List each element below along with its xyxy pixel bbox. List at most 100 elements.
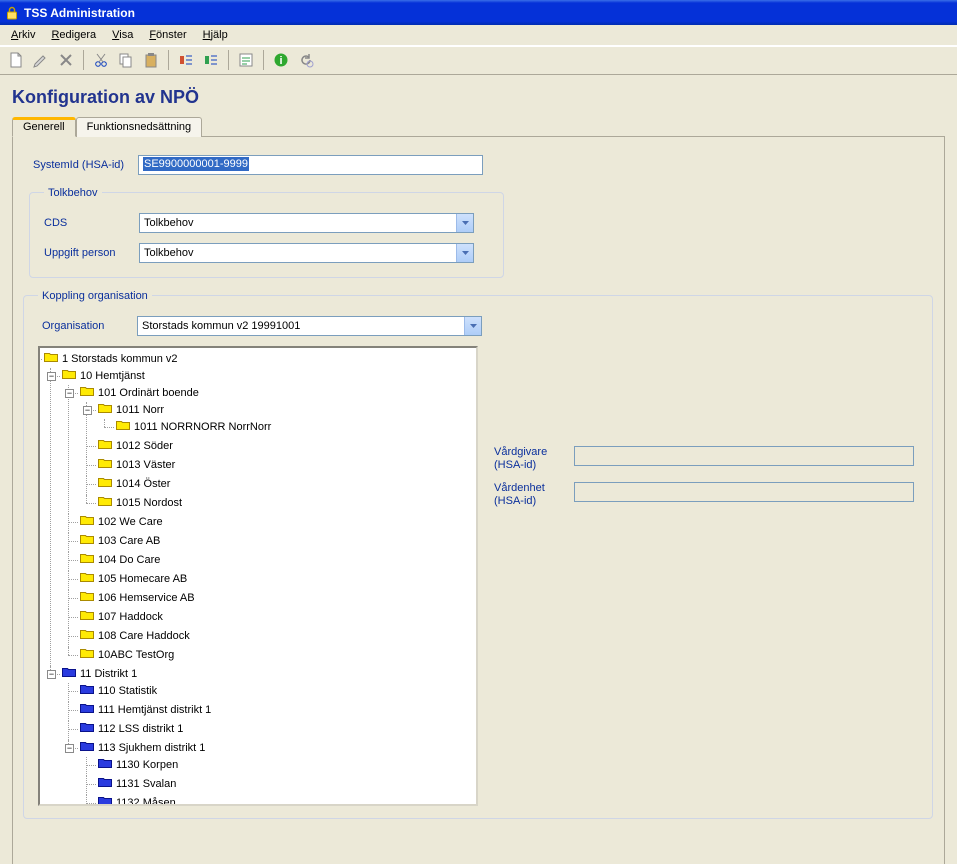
tool2-icon[interactable] [200,49,222,71]
tree-node[interactable]: 10ABC TestOrg [80,647,174,664]
collapse-icon[interactable]: − [47,372,56,381]
tree-node-label: 107 Haddock [98,609,163,626]
tolkbehov-group: Tolkbehov CDS Tolkbehov Uppgift person T… [29,187,504,278]
toolbar-separator [263,50,264,70]
tree-node[interactable]: −1011 Norr [98,402,164,419]
tree-node[interactable]: 1015 Nordost [98,495,182,512]
folder-icon [98,476,112,493]
tree-node[interactable]: −101 Ordinärt boende [80,385,199,402]
tolkbehov-legend: Tolkbehov [44,187,102,199]
tree-node[interactable]: −113 Sjukhem distrikt 1 [80,740,205,757]
organisation-select[interactable]: Storstads kommun v2 19991001 [137,316,482,336]
folder-icon [62,368,76,385]
folder-icon [98,457,112,474]
tab-generell[interactable]: Generell [12,117,76,137]
tree-node[interactable]: 1013 Väster [98,457,175,474]
vardgivare-input[interactable] [574,446,914,466]
tree-node-label: 1130 Korpen [116,757,178,774]
folder-icon [80,683,94,700]
tree-node[interactable]: 1011 NORRNORR NorrNorr [116,419,271,436]
folder-icon [80,721,94,738]
tree-node-label: 10 Hemtjänst [80,368,145,385]
menu-hjälp[interactable]: Hjälp [196,27,235,43]
delete-icon[interactable] [55,49,77,71]
menu-redigera[interactable]: Redigera [44,27,103,43]
tree-node[interactable]: 107 Haddock [80,609,163,626]
tree-node-label: 1012 Söder [116,438,173,455]
tree-node[interactable]: 111 Hemtjänst distrikt 1 [80,702,211,719]
chevron-down-icon [464,317,481,335]
collapse-icon[interactable]: − [83,406,92,415]
tree-node[interactable]: 110 Statistik [80,683,157,700]
help-icon[interactable]: i [270,49,292,71]
refresh-icon[interactable] [295,49,317,71]
cds-label: CDS [44,217,139,229]
folder-icon [116,419,130,436]
chevron-down-icon [456,214,473,232]
tree-node[interactable]: −10 Hemtjänst [62,368,145,385]
folder-icon [62,666,76,683]
page-title: Konfiguration av NPÖ [12,87,945,108]
window-title: TSS Administration [24,6,135,20]
tree-node[interactable]: 103 Care AB [80,533,160,550]
tree-node[interactable]: 112 LSS distrikt 1 [80,721,183,738]
tree-node-label: 101 Ordinärt boende [98,385,199,402]
tree-node[interactable]: 1131 Svalan [98,776,176,793]
collapse-icon[interactable]: − [47,670,56,679]
cut-icon[interactable] [90,49,112,71]
title-bar: TSS Administration [0,0,957,25]
tab-funktionsnedsättning[interactable]: Funktionsnedsättning [76,117,203,137]
menu-visa[interactable]: Visa [105,27,140,43]
folder-icon [44,351,58,368]
organisation-label: Organisation [42,320,137,332]
app-window: TSS Administration ArkivRedigeraVisaFöns… [0,0,957,864]
folder-icon [80,590,94,607]
tree-node[interactable]: 1014 Öster [98,476,170,493]
vardenhet-input[interactable] [574,482,914,502]
tree-node-label: 112 LSS distrikt 1 [98,721,183,738]
tree-node[interactable]: 1012 Söder [98,438,173,455]
systemid-label: SystemId (HSA-id) [33,159,138,171]
content-area: Konfiguration av NPÖ GenerellFunktionsne… [0,75,957,864]
copy-icon[interactable] [115,49,137,71]
tree-node-label: 102 We Care [98,514,163,531]
tree-node[interactable]: −1 Storstads kommun v2 [44,351,178,368]
paste-icon[interactable] [140,49,162,71]
right-fields: Vårdgivare (HSA-id) Vårdenhet (HSA-id) [494,346,918,806]
folder-icon [98,402,112,419]
tree-node[interactable]: 1132 Måsen [98,795,176,806]
tool1-icon[interactable] [175,49,197,71]
tree-node[interactable]: −11 Distrikt 1 [62,666,137,683]
folder-icon [80,385,94,402]
folder-icon [98,795,112,806]
menu-arkiv[interactable]: Arkiv [4,27,42,43]
folder-icon [80,514,94,531]
collapse-icon[interactable]: − [65,389,74,398]
tree-node-label: 1131 Svalan [116,776,176,793]
new-file-icon[interactable] [5,49,27,71]
tree-node[interactable]: 1130 Korpen [98,757,178,774]
uppgift-person-label: Uppgift person [44,247,139,259]
tree-node-label: 1 Storstads kommun v2 [62,351,178,368]
folder-icon [80,702,94,719]
tree-node-label: 1015 Nordost [116,495,182,512]
tree-node[interactable]: 104 Do Care [80,552,160,569]
tree-node[interactable]: 105 Homecare AB [80,571,187,588]
folder-icon [80,647,94,664]
folder-icon [98,438,112,455]
collapse-icon[interactable]: − [65,744,74,753]
edit-icon[interactable] [30,49,52,71]
report-icon[interactable] [235,49,257,71]
organisation-tree[interactable]: −1 Storstads kommun v2−10 Hemtjänst−101 … [38,346,478,806]
menu-fönster[interactable]: Fönster [142,27,193,43]
tree-node[interactable]: 108 Care Haddock [80,628,190,645]
systemid-input[interactable]: SE9900000001-9999 [138,155,483,175]
tree-node-label: 104 Do Care [98,552,160,569]
uppgift-person-select[interactable]: Tolkbehov [139,243,474,263]
tree-node[interactable]: 102 We Care [80,514,163,531]
tree-node[interactable]: 106 Hemservice AB [80,590,195,607]
toolbar-separator [83,50,84,70]
tree-node-label: 103 Care AB [98,533,160,550]
tree-node-label: 11 Distrikt 1 [80,666,137,683]
cds-select[interactable]: Tolkbehov [139,213,474,233]
